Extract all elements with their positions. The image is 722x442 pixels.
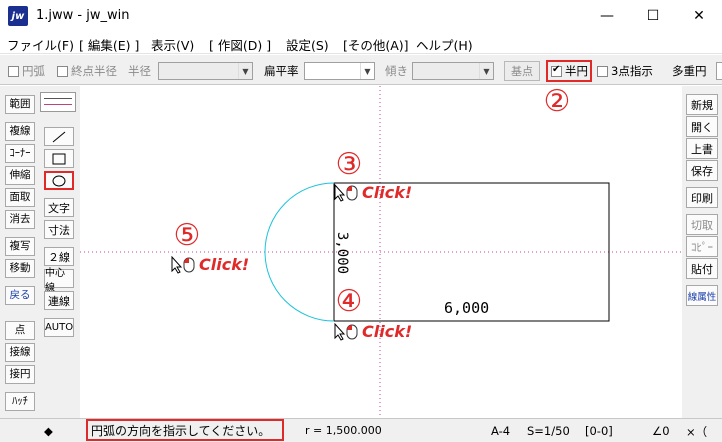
tool-undo[interactable]: 戻る — [5, 286, 35, 305]
status-angle[interactable]: ∠0 — [652, 424, 670, 438]
tool-continuous-line[interactable]: 連線 — [44, 291, 74, 310]
cursor-arrow-icon — [171, 255, 183, 274]
tool-erase[interactable]: 消去 — [5, 210, 35, 229]
tool-auto[interactable]: AUTO — [44, 318, 74, 337]
window-title: 1.jww - jw_win — [36, 8, 130, 23]
click-label: Click! — [362, 183, 413, 202]
chevron-down-icon: ▼ — [479, 63, 493, 79]
flatness-combo[interactable]: ▼ — [304, 62, 375, 80]
copy-button[interactable]: ｺﾋﾟｰ — [686, 236, 718, 257]
endpoint-radius-option[interactable]: 終点半径 — [57, 63, 117, 79]
click-annotation-3: Click! — [334, 183, 412, 202]
endpoint-radius-label: 終点半径 — [71, 64, 117, 78]
status-message: 円弧の方向を指示してください。 — [86, 419, 284, 441]
half-circle-preview — [264, 182, 335, 322]
file-new-button[interactable]: 新規 — [686, 94, 718, 115]
menu-settings[interactable]: 設定(S) — [286, 35, 329, 54]
status-scale[interactable]: S=1/50 — [527, 424, 570, 438]
rectangle-icon — [52, 153, 66, 164]
mouse-left-click-icon — [183, 257, 195, 272]
close-button[interactable]: ✕ — [676, 0, 722, 32]
tilt-label: 傾き — [385, 64, 408, 78]
status-diamond-icon: ◆ — [44, 424, 53, 438]
line-attribute-button[interactable]: 線属性 — [686, 285, 718, 306]
half-circle-label: 半円 — [565, 64, 588, 78]
callout-2: ② — [543, 84, 571, 119]
minimize-button[interactable]: — — [584, 0, 630, 32]
base-point-button[interactable]: 基点 — [504, 61, 540, 81]
line-style-preview[interactable] — [40, 92, 76, 112]
cursor-arrow-icon — [334, 322, 346, 341]
tool-tangent-line[interactable]: 接線 — [5, 343, 35, 362]
tool-copy[interactable]: 複写 — [5, 237, 35, 256]
tool-corner[interactable]: ｺｰﾅｰ — [5, 144, 35, 163]
cursor-arrow-icon — [334, 183, 346, 202]
callout-3: ③ — [335, 147, 363, 182]
tool-range[interactable]: 範囲 — [5, 95, 35, 114]
tilt-combo[interactable]: ▼ — [412, 62, 494, 80]
three-point-label: 3点指示 — [611, 64, 653, 78]
menu-file[interactable]: ファイル(F) — [7, 35, 74, 54]
three-point-option[interactable]: 3点指示 — [597, 63, 653, 79]
mouse-left-click-icon — [346, 185, 358, 200]
tool-text[interactable]: 文字 — [44, 198, 74, 217]
tool-rectangle[interactable] — [44, 149, 74, 168]
circle-icon — [52, 175, 66, 186]
maximize-button[interactable]: ☐ — [630, 0, 676, 32]
radius-label: 半径 — [128, 64, 151, 78]
callout-5: ⑤ — [173, 218, 201, 253]
app-icon[interactable]: jw — [8, 6, 28, 26]
tool-offset[interactable]: 複線 — [5, 122, 35, 141]
multi-circle-input[interactable] — [716, 62, 722, 80]
tool-chamfer[interactable]: 面取 — [5, 188, 35, 207]
paste-button[interactable]: 貼付 — [686, 258, 718, 279]
three-point-checkbox[interactable] — [597, 65, 608, 77]
file-open-button[interactable]: 開く — [686, 116, 718, 137]
multi-circle-label: 多重円 — [672, 64, 707, 78]
dimension-vertical: 3,000 — [334, 231, 350, 275]
click-annotation-5: Click! — [171, 255, 249, 274]
menu-help[interactable]: ヘルプ(H) — [416, 35, 473, 54]
print-button[interactable]: 印刷 — [686, 187, 718, 208]
click-label: Click! — [199, 255, 250, 274]
arc-option[interactable]: 円弧 — [8, 63, 45, 79]
tool-point[interactable]: 点 — [5, 321, 35, 340]
click-annotation-4: Click! — [334, 322, 412, 341]
status-extra[interactable]: ×（ — [686, 424, 707, 440]
dimension-horizontal: 6,000 — [444, 299, 490, 317]
chevron-down-icon: ▼ — [360, 63, 374, 79]
menu-other[interactable]: [その他(A)] — [343, 35, 409, 54]
arc-checkbox[interactable] — [8, 65, 19, 77]
tool-move[interactable]: 移動 — [5, 259, 35, 278]
radius-combo[interactable]: ▼ — [158, 62, 253, 80]
half-circle-option[interactable]: 半円 — [546, 60, 592, 82]
callout-4: ④ — [335, 284, 363, 319]
mouse-left-click-icon — [346, 324, 358, 339]
file-save-button[interactable]: 保存 — [686, 160, 718, 181]
half-circle-checkbox[interactable] — [551, 64, 562, 77]
status-paper-size[interactable]: A-4 — [491, 424, 510, 438]
menu-edit[interactable]: [ 編集(E) ] — [79, 35, 139, 54]
tool-dimension[interactable]: 寸法 — [44, 220, 74, 239]
status-radius: r = 1,500.000 — [305, 424, 382, 437]
tool-circle[interactable] — [44, 171, 74, 190]
tool-extend[interactable]: 伸縮 — [5, 166, 35, 185]
file-overwrite-button[interactable]: 上書 — [686, 138, 718, 159]
tool-tangent-circle[interactable]: 接円 — [5, 365, 35, 384]
drawing-layer — [80, 86, 682, 418]
cut-button[interactable]: 切取 — [686, 214, 718, 235]
menu-draw[interactable]: [ 作図(D) ] — [209, 35, 271, 54]
tool-center-line[interactable]: 中心線 — [44, 268, 74, 294]
chevron-down-icon: ▼ — [238, 63, 252, 79]
menu-view[interactable]: 表示(V) — [151, 35, 194, 54]
status-layer[interactable]: [0-0] — [585, 424, 613, 438]
flatness-label: 扁平率 — [264, 64, 299, 78]
click-label: Click! — [362, 322, 413, 341]
line-icon — [52, 131, 66, 142]
tool-hatch[interactable]: ﾊｯﾁ — [5, 392, 35, 411]
arc-label: 円弧 — [22, 64, 45, 78]
endpoint-radius-checkbox[interactable] — [57, 65, 68, 77]
tool-line[interactable] — [44, 127, 74, 146]
